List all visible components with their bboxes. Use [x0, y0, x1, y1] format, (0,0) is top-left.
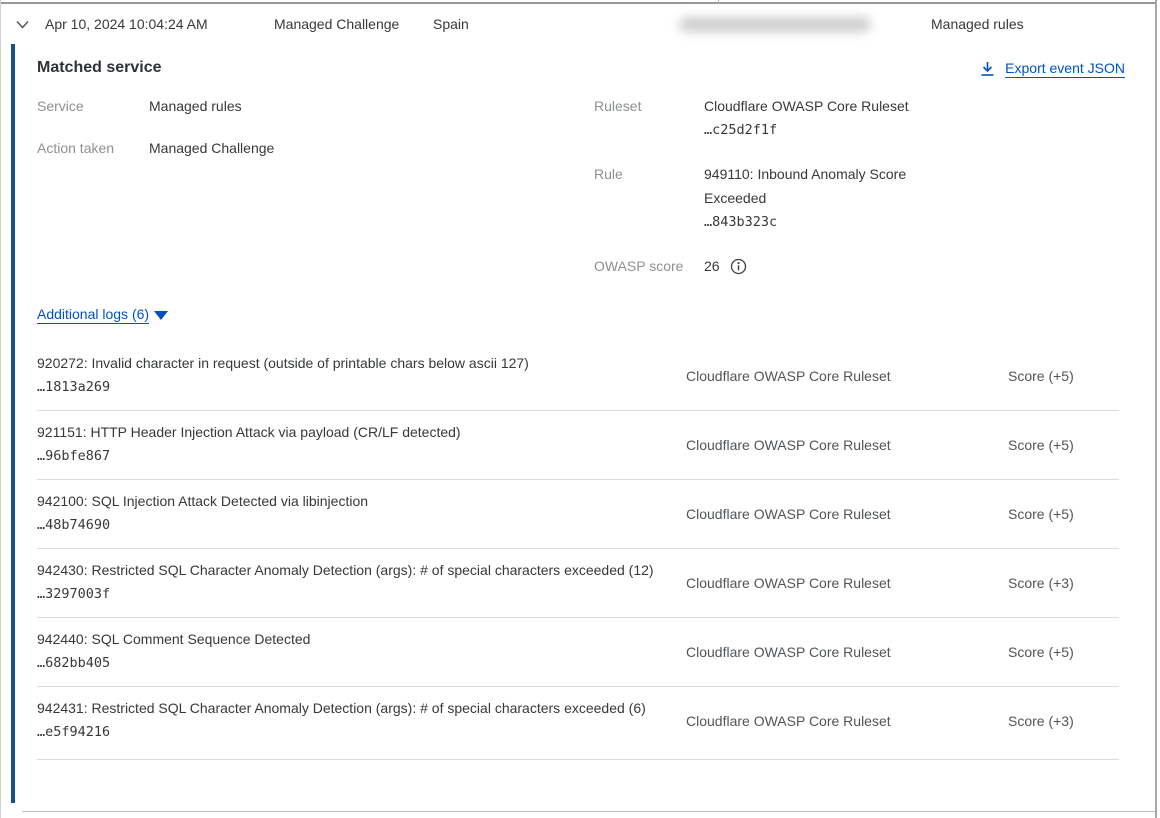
log-rule-title: 942440: SQL Comment Sequence Detected — [37, 628, 686, 651]
log-ruleset: Cloudflare OWASP Core Ruleset — [686, 506, 1008, 522]
log-rule-block: 920272: Invalid character in request (ou… — [37, 352, 686, 400]
event-row[interactable]: Apr 10, 2024 10:04:24 AM Managed Challen… — [1, 4, 1155, 44]
additional-logs-label: Additional logs (6) — [37, 306, 149, 322]
log-ruleset: Cloudflare OWASP Core Ruleset — [686, 437, 1008, 453]
log-rule-hash: …1813a269 — [37, 375, 686, 400]
log-score: Score (+5) — [1008, 644, 1119, 660]
log-rule-hash: …e5f94216 — [37, 720, 686, 745]
panel-title: Matched service — [37, 59, 162, 77]
ruleset-value-block: Cloudflare OWASP Core Ruleset …c25d2f1f — [704, 94, 944, 142]
log-row: 920272: Invalid character in request (ou… — [37, 342, 1119, 410]
service-value: Managed rules — [149, 94, 242, 118]
owasp-score-label: OWASP score — [594, 254, 683, 278]
log-score: Score (+3) — [1008, 575, 1119, 591]
log-row: 942430: Restricted SQL Character Anomaly… — [37, 548, 1119, 617]
additional-logs-toggle[interactable]: Additional logs (6) — [37, 306, 168, 322]
event-log-table: Apr 10, 2024 10:04:24 AM Managed Challen… — [0, 0, 1157, 818]
log-row: 942440: SQL Comment Sequence Detected …6… — [37, 617, 1119, 686]
ruleset-value: Cloudflare OWASP Core Ruleset — [704, 94, 944, 118]
rule-value: 949110: Inbound Anomaly Score Exceeded — [704, 162, 942, 210]
download-icon — [979, 60, 996, 77]
chevron-down-icon[interactable] — [14, 16, 31, 33]
log-ruleset: Cloudflare OWASP Core Ruleset — [686, 575, 1008, 591]
event-action: Managed Challenge — [274, 16, 399, 32]
log-rule-title: 921151: HTTP Header Injection Attack via… — [37, 421, 686, 444]
action-taken-value: Managed Challenge — [149, 136, 274, 160]
caret-down-icon — [154, 311, 168, 320]
log-row: 942100: SQL Injection Attack Detected vi… — [37, 479, 1119, 548]
log-row: 942431: Restricted SQL Character Anomaly… — [37, 686, 1119, 760]
action-taken-label: Action taken — [37, 136, 114, 160]
export-event-json-label: Export event JSON — [1005, 60, 1125, 76]
log-rule-title: 942100: SQL Injection Attack Detected vi… — [37, 490, 686, 513]
ruleset-hash: …c25d2f1f — [704, 118, 944, 142]
event-country: Spain — [433, 16, 469, 32]
log-rule-title: 942431: Restricted SQL Character Anomaly… — [37, 697, 686, 720]
log-rule-hash: …3297003f — [37, 582, 686, 607]
expanded-event-panel: Matched service Export event JSON Servic… — [1, 44, 1155, 816]
redacted-host-value — [679, 17, 871, 32]
event-service: Managed rules — [931, 16, 1024, 32]
expanded-row-accent-bar — [11, 44, 15, 803]
log-rule-hash: …682bb405 — [37, 651, 686, 676]
matched-service-details: Service Managed rules Action taken Manag… — [37, 88, 1155, 278]
service-label: Service — [37, 94, 84, 118]
log-rule-block: 921151: HTTP Header Injection Attack via… — [37, 421, 686, 469]
rule-label: Rule — [594, 162, 623, 186]
owasp-score-value: 26 — [704, 254, 720, 278]
log-rule-block: 942440: SQL Comment Sequence Detected …6… — [37, 628, 686, 676]
log-ruleset: Cloudflare OWASP Core Ruleset — [686, 713, 1008, 729]
ruleset-label: Ruleset — [594, 94, 641, 118]
log-score: Score (+5) — [1008, 506, 1119, 522]
log-rule-block: 942430: Restricted SQL Character Anomaly… — [37, 559, 686, 607]
log-score: Score (+5) — [1008, 368, 1119, 384]
log-rule-block: 942100: SQL Injection Attack Detected vi… — [37, 490, 686, 538]
log-score: Score (+3) — [1008, 713, 1119, 729]
log-row: 921151: HTTP Header Injection Attack via… — [37, 410, 1119, 479]
log-rule-hash: …48b74690 — [37, 513, 686, 538]
log-rule-title: 942430: Restricted SQL Character Anomaly… — [37, 559, 686, 582]
rule-hash: …843b323c — [704, 210, 942, 234]
log-score: Score (+5) — [1008, 437, 1119, 453]
event-timestamp: Apr 10, 2024 10:04:24 AM — [45, 16, 208, 32]
log-ruleset: Cloudflare OWASP Core Ruleset — [686, 368, 1008, 384]
export-event-json-link[interactable]: Export event JSON — [979, 60, 1125, 77]
owasp-score-value-block: 26 — [704, 254, 747, 278]
additional-logs-list: 920272: Invalid character in request (ou… — [37, 342, 1119, 760]
rule-value-block: 949110: Inbound Anomaly Score Exceeded …… — [704, 162, 942, 234]
log-ruleset: Cloudflare OWASP Core Ruleset — [686, 644, 1008, 660]
row-bottom-border — [22, 811, 1155, 812]
log-rule-block: 942431: Restricted SQL Character Anomaly… — [37, 697, 686, 745]
log-rule-title: 920272: Invalid character in request (ou… — [37, 352, 686, 375]
log-rule-hash: …96bfe867 — [37, 444, 686, 469]
info-icon[interactable] — [730, 258, 747, 275]
